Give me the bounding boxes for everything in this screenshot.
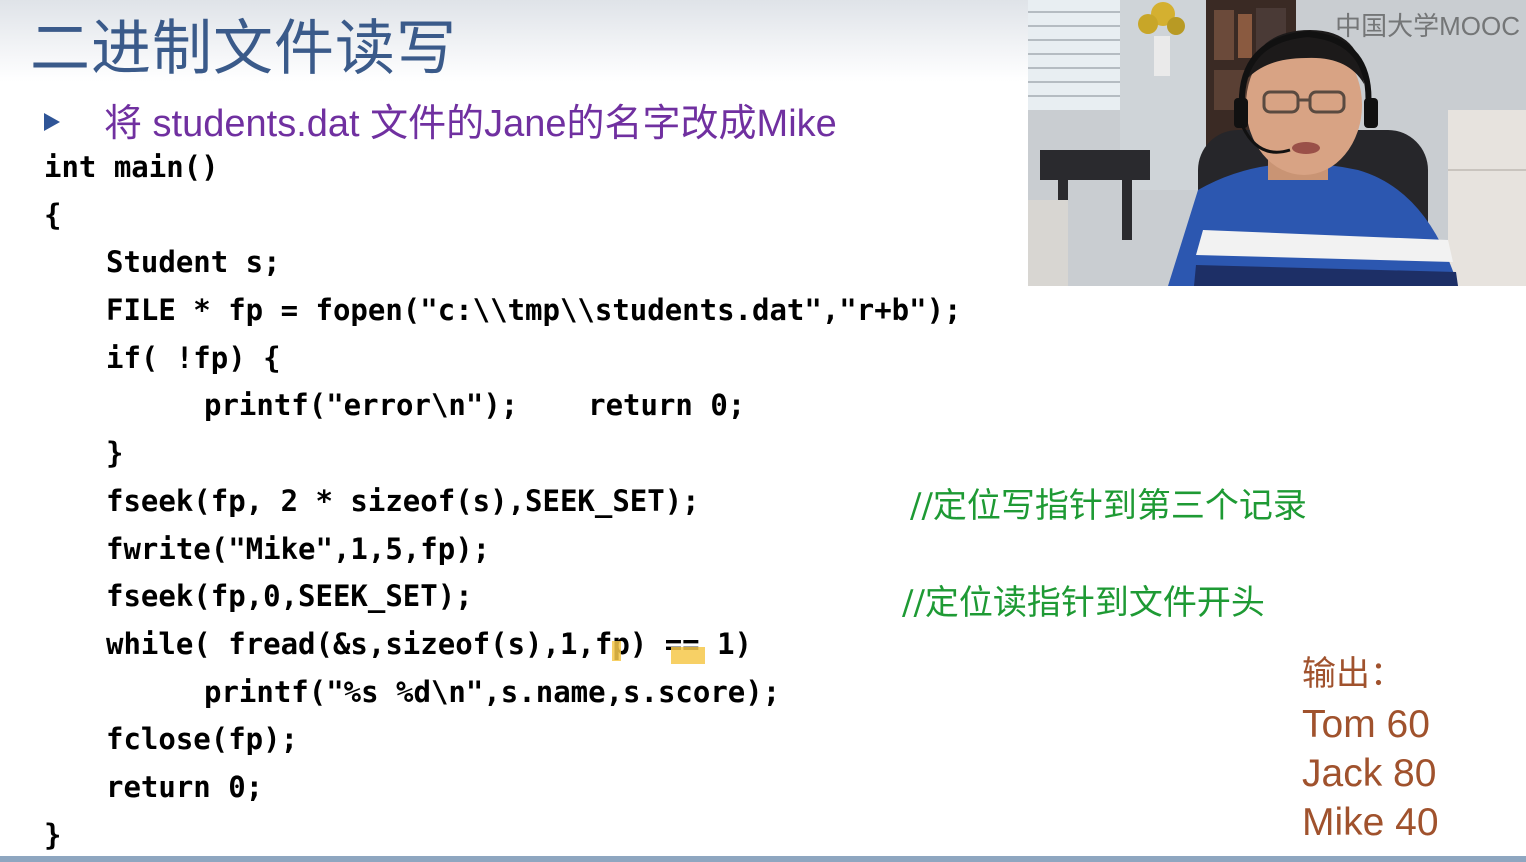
output-line: Mike 40 <box>1302 801 1439 844</box>
code-line: { <box>44 197 62 232</box>
code-line: FILE * fp = fopen("c:\\tmp\\students.dat… <box>106 293 962 328</box>
code-line: Student s; <box>106 245 281 280</box>
code-line: while( fread(&s,sizeof(s),1,fp) == 1) <box>106 626 753 661</box>
output-panel: 输出： Tom 60 Jack 80 Mike 40 <box>1302 648 1439 847</box>
code-line: fseek(fp,0,SEEK_SET); <box>106 579 473 614</box>
output-label: 输出： <box>1302 654 1404 694</box>
code-line: fwrite("Mike",1,5,fp); <box>106 531 491 566</box>
code-line: } <box>106 436 124 471</box>
highlight-mark <box>671 647 705 664</box>
code-line: fseek(fp, 2 * sizeof(s),SEEK_SET); <box>106 483 700 518</box>
code-line: printf("error\n"); return 0; <box>204 388 746 423</box>
code-line: printf("%s %d\n",s.name,s.score); <box>204 674 781 709</box>
code-block: int main() { Student s; FILE * fp = fope… <box>44 144 962 859</box>
output-line: Tom 60 <box>1302 703 1430 746</box>
code-line: fclose(fp); <box>106 722 299 757</box>
mooc-watermark: 中国大学MOOC <box>1335 11 1520 41</box>
bullet-arrow-icon <box>44 112 60 131</box>
bullet-item: 将 students.dat 文件的Jane的名字改成Mike <box>44 92 837 147</box>
slide-title: 二进制文件读写 <box>30 14 457 84</box>
bullet-text: 将 students.dat 文件的Jane的名字改成Mike <box>104 103 837 145</box>
code-comment-write: //定位写指针到第三个记录 <box>910 486 1307 526</box>
highlight-mark <box>612 641 621 661</box>
code-line: int main() <box>44 150 219 184</box>
code-line: } <box>44 817 62 852</box>
bottom-divider <box>0 856 1526 862</box>
output-line: Jack 80 <box>1302 752 1437 795</box>
code-comment-read: //定位读指针到文件开头 <box>902 583 1265 623</box>
webcam-video: 中国大学MOOC <box>1028 0 1526 286</box>
code-line: if( !fp) { <box>106 340 281 375</box>
code-line: return 0; <box>106 769 264 804</box>
